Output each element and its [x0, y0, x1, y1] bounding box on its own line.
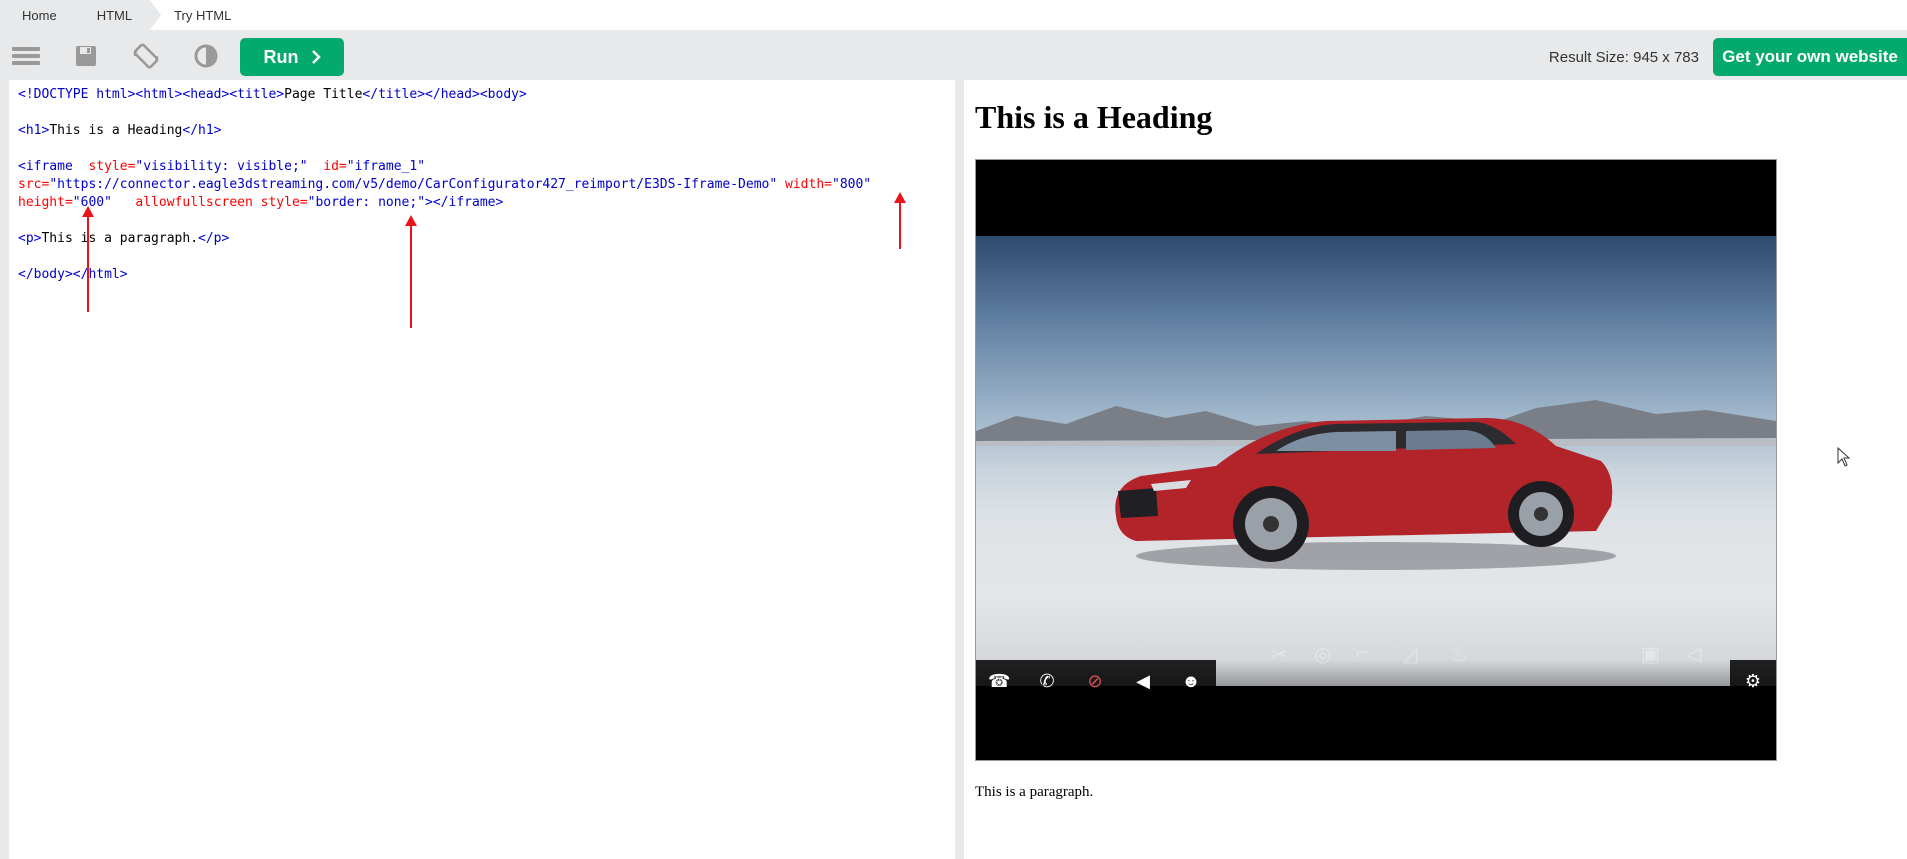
- code-token: width=: [785, 177, 832, 192]
- code-token: <body>: [479, 87, 527, 102]
- code-token: "https://connector.eagle3dstreaming.com/…: [49, 177, 778, 192]
- code-token: style=: [88, 159, 136, 174]
- code-line-5: height="600" allowfullscreen style="bord…: [18, 194, 946, 212]
- code-token: This is a Heading: [49, 123, 183, 138]
- panel-resize-handle[interactable]: [955, 80, 964, 859]
- breadcrumb-html[interactable]: HTML: [74, 0, 162, 30]
- code-editor[interactable]: <!DOCTYPE html><html><head><title>Page T…: [9, 80, 955, 859]
- code-token: </body>: [18, 267, 73, 282]
- code-line-7: </body></html>: [18, 266, 946, 284]
- code-token: <iframe: [18, 159, 73, 174]
- code-token: </head>: [425, 87, 480, 102]
- run-button-label: Run: [263, 46, 299, 67]
- annotation-arrow: [894, 192, 906, 249]
- code-line-3: <iframe style="visibility: visible;" id=…: [18, 158, 946, 176]
- code-token: <!DOCTYPE html>: [18, 87, 136, 102]
- code-token: <p>: [18, 231, 42, 246]
- breadcrumb-home[interactable]: Home: [0, 0, 86, 30]
- participants-icon[interactable]: ☻: [1180, 671, 1202, 692]
- wheel-icon[interactable]: ◎: [1314, 642, 1331, 667]
- code-token: "visibility: visible;": [135, 159, 308, 174]
- result-panel: This is a Heading ✂ ◎ ⌐ ◿ ♨ ▣ ◁ ☎ ✆ ⊘ ◀ …: [964, 80, 1907, 859]
- door-icon[interactable]: ◿: [1402, 642, 1417, 667]
- save-icon[interactable]: [70, 42, 102, 70]
- call-settings-icon[interactable]: ☎: [988, 671, 1010, 692]
- code-line-2: <h1>This is a Heading</h1>: [18, 122, 946, 140]
- menu-icon[interactable]: [10, 42, 42, 70]
- camera-icon[interactable]: ▣: [1641, 642, 1660, 667]
- code-line-1: <!DOCTYPE html><html><head><title>Page T…: [18, 86, 946, 104]
- light-icon[interactable]: ♨: [1450, 642, 1468, 667]
- chevron-right-icon: [311, 50, 321, 64]
- voice-call-icon[interactable]: ✆: [1036, 671, 1058, 692]
- speaker-icon[interactable]: ◀: [1132, 671, 1154, 692]
- code-token: "iframe_1": [346, 159, 426, 174]
- code-token: <head>: [182, 87, 230, 102]
- code-token: Page Title: [284, 87, 363, 102]
- call-controls: ☎ ✆ ⊘ ◀ ☻: [976, 660, 1216, 702]
- seat-icon[interactable]: ⌐: [1356, 642, 1368, 665]
- annotation-arrow: [82, 206, 94, 312]
- code-token: </p>: [198, 231, 230, 246]
- result-paragraph: This is a paragraph.: [975, 784, 1094, 800]
- code-token: "border: none;": [307, 195, 426, 210]
- code-token: </html>: [72, 267, 128, 282]
- code-token: </title>: [362, 87, 426, 102]
- code-token: style=: [260, 195, 308, 210]
- mouse-cursor-icon: [1837, 447, 1851, 467]
- car-scene-image: [976, 236, 1776, 686]
- code-token: height=: [18, 195, 73, 210]
- code-token: ></iframe>: [425, 195, 504, 210]
- result-heading: This is a Heading: [975, 99, 1213, 135]
- toolbar: Run Result Size: 945 x 783 Get your own …: [0, 30, 1907, 82]
- result-size-label: Result Size: 945 x 783: [1548, 49, 1699, 66]
- breadcrumb: Home HTML Try HTML: [0, 0, 1907, 30]
- theme-contrast-icon[interactable]: [190, 42, 222, 70]
- code-token: </h1>: [182, 123, 222, 138]
- code-token: allowfullscreen: [135, 195, 253, 210]
- car-icon: [1115, 418, 1616, 570]
- annotation-arrow: [405, 215, 417, 328]
- code-line-6: <p>This is a paragraph.</p>: [18, 230, 946, 248]
- code-token: id=: [323, 159, 347, 174]
- code-token: <h1>: [18, 123, 50, 138]
- fx-icon[interactable]: ✂: [1271, 642, 1288, 667]
- mic-muted-icon[interactable]: ⊘: [1084, 671, 1106, 692]
- code-token: <title>: [229, 87, 285, 102]
- get-own-website-button[interactable]: Get your own website: [1713, 38, 1907, 76]
- code-token: "800": [832, 177, 872, 192]
- embedded-iframe[interactable]: ✂ ◎ ⌐ ◿ ♨ ▣ ◁ ☎ ✆ ⊘ ◀ ☻ ⚙: [975, 159, 1777, 761]
- stream-settings-icon[interactable]: ⚙: [1730, 660, 1776, 702]
- run-button[interactable]: Run: [240, 38, 344, 76]
- rotate-icon[interactable]: [130, 42, 162, 70]
- code-token: <html>: [135, 87, 183, 102]
- sound-icon[interactable]: ◁: [1686, 642, 1701, 667]
- code-token: This is a paragraph.: [41, 231, 199, 246]
- code-line-4: src="https://connector.eagle3dstreaming.…: [18, 176, 946, 194]
- breadcrumb-current: Try HTML: [174, 7, 232, 23]
- code-token: src=: [18, 177, 50, 192]
